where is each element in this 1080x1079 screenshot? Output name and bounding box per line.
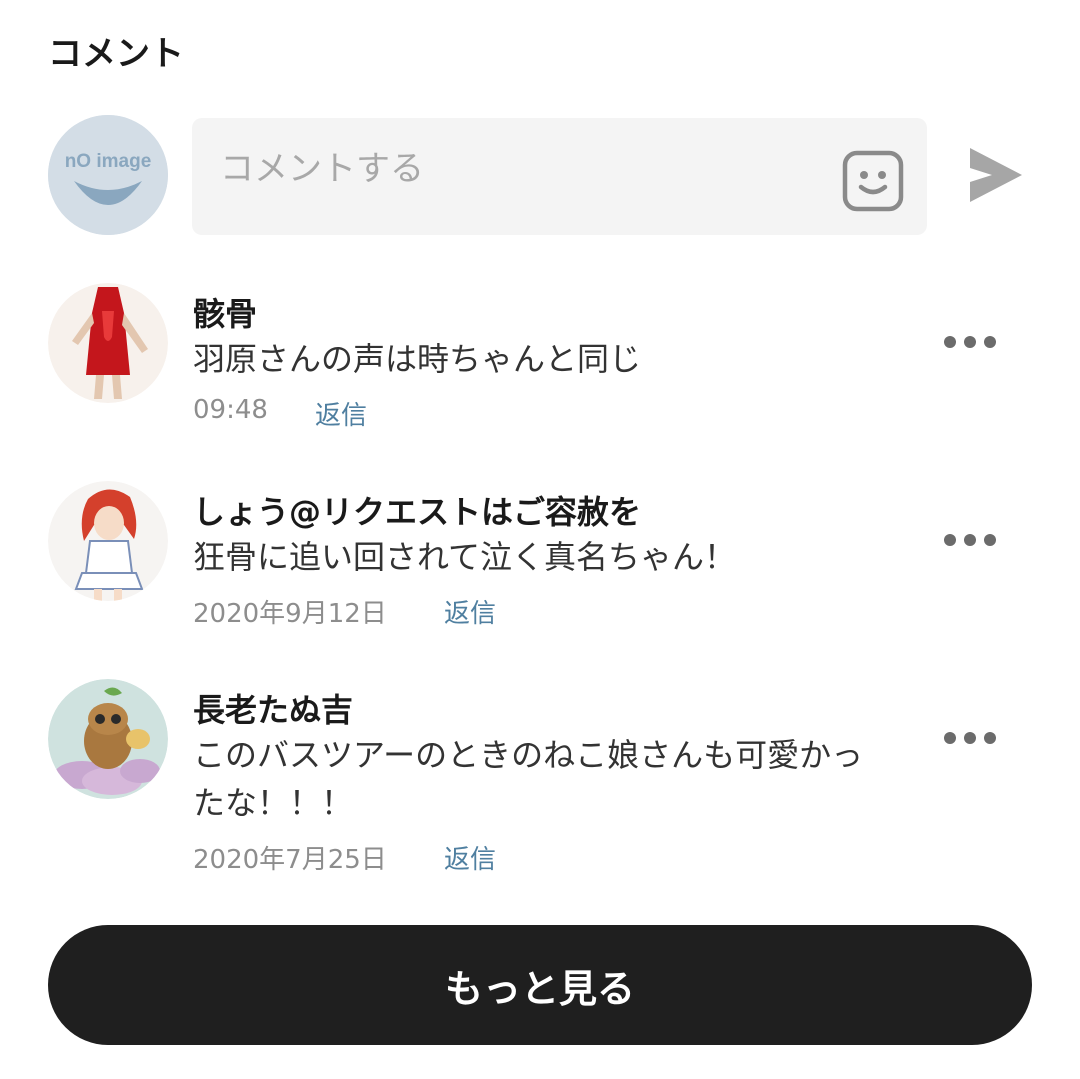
comment-timestamp: 09:48 (193, 395, 268, 425)
user-avatar[interactable] (48, 481, 168, 601)
load-more-button[interactable]: もっと見る (48, 925, 1032, 1045)
reply-button[interactable]: 返信 (315, 395, 367, 432)
svg-text:nO image: nO image (65, 151, 152, 172)
user-avatar[interactable] (48, 283, 168, 403)
comment-text: このバスツアーのときのねこ娘さんも可愛かったな！！！ (193, 736, 864, 822)
comment-timestamp: 2020年9月12日 (193, 599, 387, 629)
no-image-avatar: nO image (48, 115, 168, 235)
more-options-icon[interactable] (940, 328, 1004, 356)
comment-username[interactable]: 長老たぬ吉 (193, 685, 353, 731)
comment-timestamp: 2020年7月25日 (193, 845, 387, 875)
comment-username[interactable]: 骸骨 (193, 289, 257, 335)
comment-input-box[interactable] (192, 118, 927, 235)
comments-section-title: コメント (48, 34, 184, 74)
more-options-icon[interactable] (940, 724, 1004, 752)
send-icon[interactable] (966, 146, 1024, 204)
comment-input[interactable] (218, 140, 822, 198)
smiley-icon[interactable] (842, 150, 904, 212)
comment-text: 狂骨に追い回されて泣く真名ちゃん！ (193, 538, 737, 576)
reply-button[interactable]: 返信 (444, 839, 496, 876)
comment-text: 羽原さんの声は時ちゃんと同じ (193, 340, 642, 378)
reply-button[interactable]: 返信 (444, 593, 496, 630)
comment-username[interactable]: しょう@リクエストはご容赦を (193, 487, 641, 533)
more-options-icon[interactable] (940, 526, 1004, 554)
user-avatar[interactable] (48, 679, 168, 799)
